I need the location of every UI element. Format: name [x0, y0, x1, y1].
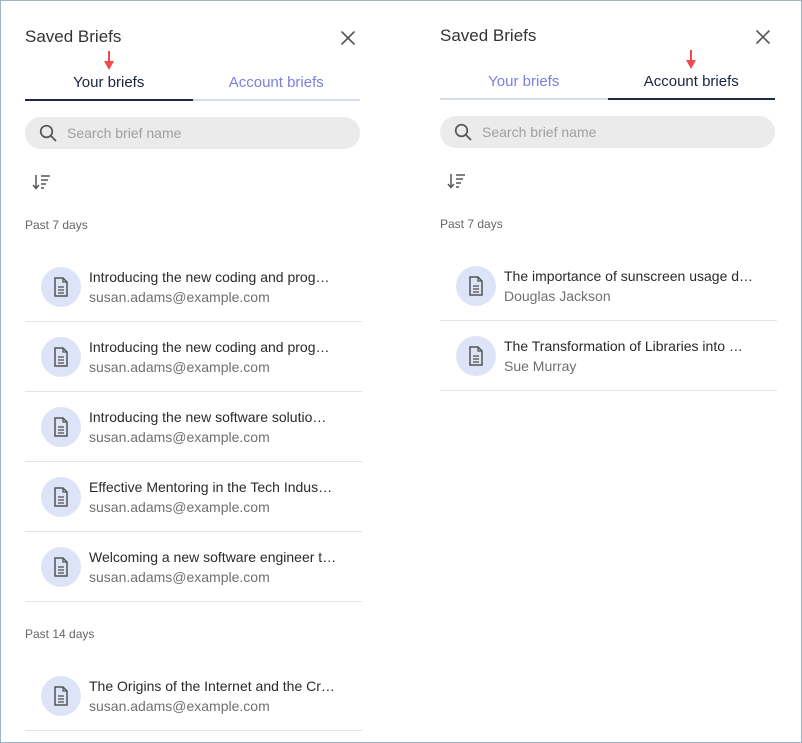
close-icon — [756, 30, 770, 44]
close-button[interactable] — [752, 26, 774, 48]
brief-title: The Transformation of Libraries into … — [504, 337, 743, 354]
brief-author: susan.adams@example.com — [89, 428, 270, 445]
sort-button[interactable] — [31, 171, 53, 193]
brief-title: Effective Mentoring in the Tech Indus… — [89, 478, 333, 495]
close-button[interactable] — [337, 27, 359, 49]
document-icon — [41, 675, 81, 716]
document-icon — [41, 476, 81, 517]
sort-button[interactable] — [446, 170, 468, 192]
tab-label: Your briefs — [488, 73, 560, 90]
tab-underline — [192, 99, 360, 101]
brief-list: The importance of sunscreen usage d… Dou… — [440, 251, 778, 391]
app-frame: Saved Briefs Your briefs Account briefs — [0, 0, 802, 743]
section-label: Past 7 days — [25, 218, 88, 232]
document-icon — [456, 265, 496, 306]
brief-author: susan.adams@example.com — [89, 697, 270, 714]
tab-underline — [607, 98, 775, 100]
tab-label: Account briefs — [228, 74, 324, 91]
tab-label: Account briefs — [643, 73, 739, 90]
brief-item[interactable]: The Transformation of Libraries into … S… — [440, 321, 777, 391]
tab-underline — [440, 98, 608, 100]
brief-tabs: Your briefs Account briefs — [25, 51, 360, 101]
brief-tabs: Your briefs Account briefs — [440, 50, 775, 100]
brief-item[interactable]: The importance of sunscreen usage d… Dou… — [440, 251, 777, 321]
panel-header: Saved Briefs — [440, 1, 778, 58]
down-arrow-marker-icon — [686, 50, 697, 69]
brief-item[interactable]: Introducing the new coding and prog… sus… — [25, 322, 362, 392]
search-bar — [440, 116, 775, 148]
brief-list: Introducing the new coding and prog… sus… — [25, 252, 363, 602]
brief-title: The Origins of the Internet and the Cr… — [89, 677, 335, 694]
section-label: Past 14 days — [25, 627, 95, 641]
tab-underline — [25, 99, 193, 101]
brief-author: susan.adams@example.com — [89, 568, 270, 585]
brief-title: Introducing the new coding and prog… — [89, 268, 330, 285]
search-input[interactable] — [67, 125, 337, 141]
tab-account-briefs[interactable]: Account briefs — [192, 59, 360, 101]
tab-your-briefs[interactable]: Your briefs — [440, 58, 608, 100]
brief-author: susan.adams@example.com — [89, 498, 270, 515]
brief-title: Introducing the new software solutio… — [89, 408, 327, 425]
search-icon — [39, 124, 57, 142]
close-icon — [341, 31, 355, 45]
section-label: Past 7 days — [440, 217, 503, 231]
tab-account-briefs[interactable]: Account briefs — [607, 50, 775, 100]
brief-item[interactable]: Effective Mentoring in the Tech Indus… s… — [25, 462, 362, 532]
brief-item[interactable]: Introducing the new software solutio… su… — [25, 392, 362, 462]
brief-item[interactable]: Introducing the new coding and prog… sus… — [25, 252, 362, 322]
document-icon — [41, 546, 81, 587]
brief-item[interactable]: Welcoming a new software engineer t… sus… — [25, 532, 362, 602]
saved-briefs-panel-left: Saved Briefs Your briefs Account briefs — [25, 1, 363, 731]
document-icon — [41, 336, 81, 377]
search-input[interactable] — [482, 124, 752, 140]
brief-author: susan.adams@example.com — [89, 288, 270, 305]
tab-label: Your briefs — [73, 74, 145, 91]
document-icon — [456, 335, 496, 376]
saved-briefs-panel-right: Saved Briefs Your briefs Account briefs — [440, 1, 778, 391]
tab-your-briefs[interactable]: Your briefs — [25, 51, 193, 101]
panel-header: Saved Briefs — [25, 1, 363, 59]
brief-item[interactable]: The Origins of the Internet and the Cr… … — [25, 661, 362, 731]
document-icon — [41, 266, 81, 307]
brief-author: susan.adams@example.com — [89, 358, 270, 375]
sort-descending-icon — [447, 174, 465, 189]
panel-title: Saved Briefs — [440, 26, 537, 45]
panel-title: Saved Briefs — [25, 27, 122, 46]
brief-author: Sue Murray — [504, 357, 577, 374]
down-arrow-marker-icon — [103, 51, 114, 70]
search-bar — [25, 117, 360, 149]
brief-list: The Origins of the Internet and the Cr… … — [25, 661, 363, 731]
search-icon — [454, 123, 472, 141]
sort-descending-icon — [32, 175, 50, 190]
brief-title: The importance of sunscreen usage d… — [504, 267, 754, 284]
brief-title: Welcoming a new software engineer t… — [89, 548, 337, 565]
brief-title: Introducing the new coding and prog… — [89, 338, 330, 355]
document-icon — [41, 406, 81, 447]
brief-author: Douglas Jackson — [504, 287, 611, 304]
